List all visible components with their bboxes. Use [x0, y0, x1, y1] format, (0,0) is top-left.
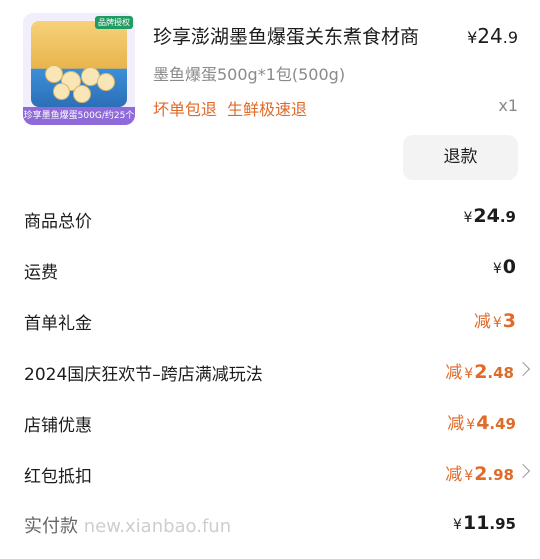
- price-row: 商品总价 ¥24.9: [0, 199, 540, 239]
- amount-integer: 0: [502, 256, 516, 278]
- product-package-image: [31, 21, 127, 107]
- currency-symbol: ¥: [453, 517, 462, 533]
- thumbnail-caption: 珍享墨鱼爆蛋500G/约25个: [23, 107, 135, 125]
- price-row-label: 商品总价: [24, 212, 92, 232]
- discount-prefix: 减: [445, 465, 463, 485]
- amount-decimal: .9: [499, 208, 516, 226]
- product-spec: 墨鱼爆蛋500g*1包(500g): [153, 65, 346, 84]
- currency-symbol: ¥: [463, 210, 473, 226]
- product-price: ¥24.9: [467, 24, 518, 48]
- service-promises: 坏单包退 生鲜极速退: [153, 96, 307, 120]
- total-row: ¥11.95: [0, 506, 540, 546]
- promise-tag: 坏单包退: [153, 100, 218, 119]
- price-row-value: 减 ¥3: [474, 307, 516, 332]
- product-thumbnail[interactable]: 品牌授权 珍享墨鱼爆蛋500G/约25个: [23, 13, 135, 125]
- chevron-right-icon[interactable]: [515, 463, 531, 479]
- amount-decimal: .49: [489, 415, 516, 433]
- price-row: 运费 ¥0: [0, 250, 540, 290]
- discount-prefix: 减: [473, 312, 491, 332]
- promise-tag: 生鲜极速退: [227, 100, 308, 119]
- amount-integer: 2: [474, 361, 488, 383]
- total-decimal: .95: [489, 515, 516, 533]
- amount-decimal: .98: [487, 466, 514, 484]
- amount-integer: 2: [474, 463, 488, 485]
- refund-button[interactable]: 退款: [403, 135, 518, 180]
- fishball-graphic: [97, 73, 115, 91]
- currency-symbol: ¥: [492, 315, 502, 331]
- chevron-right-icon[interactable]: [515, 361, 531, 377]
- discount-prefix: 减: [445, 363, 463, 383]
- currency-symbol: ¥: [467, 28, 478, 47]
- price-row-label: 店铺优惠: [24, 416, 92, 436]
- price-row-value: 减 ¥2.98: [445, 460, 514, 485]
- product-quantity: x1: [498, 96, 518, 115]
- fishball-graphic: [73, 85, 91, 103]
- discount-prefix: 减: [447, 414, 465, 434]
- price-row-label: 红包抵扣: [24, 467, 92, 487]
- order-product-card[interactable]: 品牌授权 珍享墨鱼爆蛋500G/约25个 珍享澎湖墨鱼爆蛋关东煮食材商 墨鱼爆蛋…: [0, 0, 540, 200]
- price-row[interactable]: 2024国庆狂欢节–跨店满减玩法 减 ¥2.48: [0, 352, 540, 392]
- currency-symbol: ¥: [492, 261, 502, 277]
- total-amount: ¥11.95: [453, 512, 516, 534]
- fishball-graphic: [53, 83, 70, 100]
- price-row-value: ¥0: [493, 256, 516, 278]
- price-row-label: 2024国庆狂欢节–跨店满减玩法: [24, 365, 263, 385]
- currency-symbol: ¥: [464, 468, 474, 484]
- amount-integer: 3: [502, 310, 516, 332]
- price-row-value: 减 ¥4.49: [447, 409, 516, 434]
- price-row-value: 减 ¥2.48: [445, 358, 514, 383]
- price-decimal: .9: [502, 28, 518, 47]
- amount-integer: 4: [476, 412, 490, 434]
- price-integer: 24: [477, 24, 503, 48]
- brand-authorized-badge: 品牌授权: [95, 16, 133, 29]
- total-integer: 11: [462, 512, 490, 534]
- price-row-label: 运费: [24, 263, 58, 283]
- price-row-label: 首单礼金: [24, 314, 92, 334]
- price-row[interactable]: 红包抵扣 减 ¥2.98: [0, 454, 540, 494]
- currency-symbol: ¥: [464, 366, 474, 382]
- amount-integer: 24: [473, 205, 500, 227]
- price-row: 首单礼金 减 ¥3: [0, 301, 540, 341]
- price-row: 店铺优惠 减 ¥4.49: [0, 403, 540, 443]
- amount-decimal: .48: [487, 364, 514, 382]
- product-title[interactable]: 珍享澎湖墨鱼爆蛋关东煮食材商: [153, 22, 419, 49]
- price-row-value: ¥24.9: [463, 205, 516, 227]
- currency-symbol: ¥: [466, 417, 476, 433]
